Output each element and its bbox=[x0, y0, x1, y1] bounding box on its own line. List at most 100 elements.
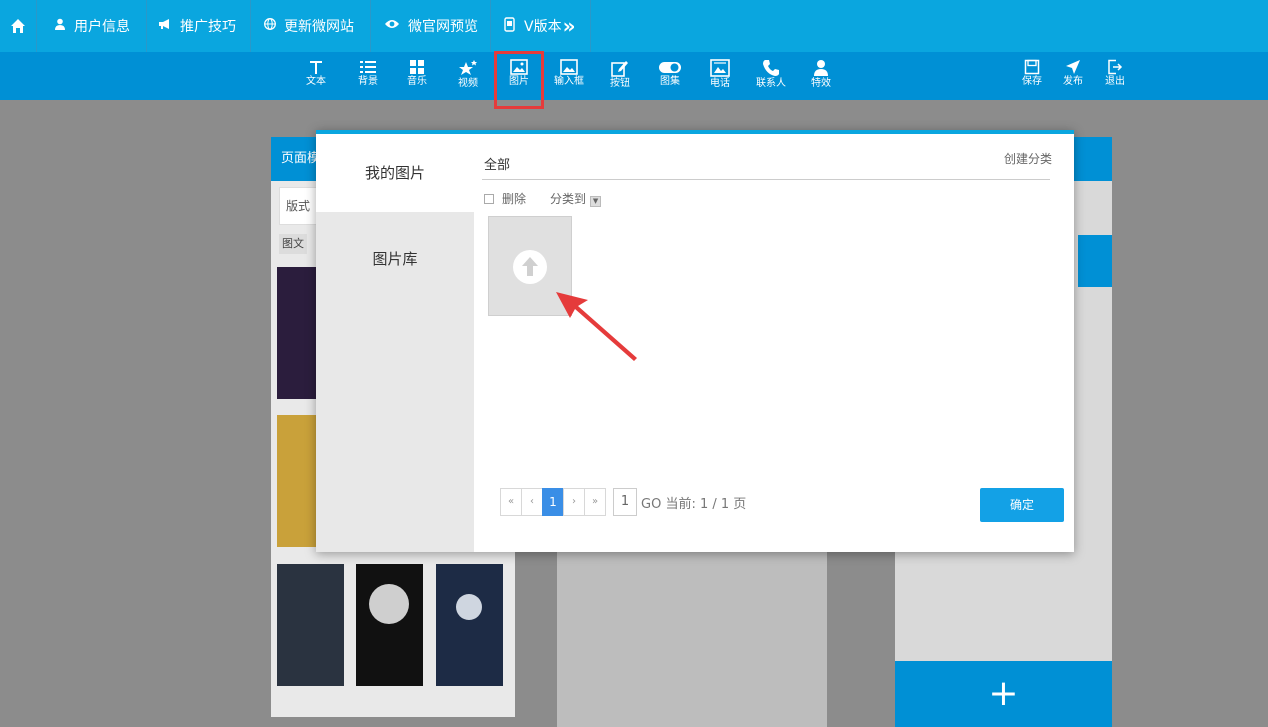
tool-label: 保存 bbox=[1022, 76, 1042, 87]
template-thumbnail[interactable] bbox=[277, 564, 344, 686]
dialog-content: 全部 创建分类 删除 分类到 ▼ « ‹ 1 › » 1 GO 当前: 1 / 1… bbox=[474, 134, 1074, 552]
nav-v-version[interactable]: V版本 » bbox=[504, 0, 576, 52]
nav-promotion-tips[interactable]: 推广技巧 bbox=[158, 0, 236, 52]
last-page-button[interactable]: » bbox=[584, 488, 606, 516]
input-icon bbox=[560, 59, 578, 75]
text-icon bbox=[310, 61, 322, 74]
upload-arrow-icon bbox=[513, 250, 547, 284]
tool-video[interactable]: 视频 bbox=[448, 52, 488, 100]
tool-label: 背景 bbox=[358, 76, 378, 87]
nav-user-info[interactable]: 用户信息 bbox=[54, 0, 130, 52]
nav-label: 更新微网站 bbox=[284, 19, 354, 35]
tool-label: 图集 bbox=[660, 76, 680, 87]
confirm-button[interactable]: 确定 bbox=[980, 488, 1064, 522]
template-thumbnail[interactable] bbox=[277, 415, 319, 547]
template-thumbnail[interactable] bbox=[277, 267, 319, 399]
user-icon bbox=[54, 18, 66, 34]
add-page-button[interactable]: + bbox=[895, 661, 1112, 727]
tool-label: 联系人 bbox=[756, 78, 786, 89]
move-to-category-select[interactable]: 分类到 ▼ bbox=[550, 190, 602, 207]
move-to-label: 分类到 bbox=[550, 192, 587, 206]
nav-label: V版本 bbox=[524, 19, 562, 35]
tool-text[interactable]: 文本 bbox=[296, 52, 336, 100]
first-page-button[interactable]: « bbox=[500, 488, 522, 516]
double-chevron-icon: » bbox=[562, 14, 576, 38]
nav-label: 推广技巧 bbox=[180, 19, 236, 35]
category-all[interactable]: 全部 bbox=[484, 154, 510, 173]
tool-label: 视频 bbox=[458, 78, 478, 89]
tool-label: 音乐 bbox=[407, 76, 427, 87]
exit-button[interactable]: 退出 bbox=[1095, 52, 1135, 100]
tool-label: 文本 bbox=[306, 76, 326, 87]
save-button[interactable]: 保存 bbox=[1012, 52, 1052, 100]
template-thumbnail[interactable] bbox=[436, 564, 503, 686]
create-category-link[interactable]: 创建分类 bbox=[1004, 150, 1052, 167]
nav-label: 用户信息 bbox=[74, 19, 130, 35]
page-canvas bbox=[557, 540, 827, 727]
select-all-checkbox[interactable] bbox=[484, 193, 494, 204]
grid-icon bbox=[410, 60, 424, 74]
globe-icon bbox=[264, 18, 276, 34]
tool-input-box[interactable]: 输入框 bbox=[549, 52, 589, 100]
my-images-tab[interactable]: 我的图片 bbox=[316, 134, 474, 212]
nav-divider bbox=[490, 0, 491, 52]
nav-update-site[interactable]: 更新微网站 bbox=[264, 0, 354, 52]
phone-handset-icon bbox=[763, 60, 779, 76]
tool-phone[interactable]: 电话 bbox=[700, 52, 740, 100]
tool-effects[interactable]: 特效 bbox=[801, 52, 841, 100]
delete-label[interactable]: 删除 bbox=[502, 190, 526, 207]
save-icon bbox=[1024, 59, 1040, 75]
page-status[interactable]: GO 当前: 1 / 1 页 bbox=[641, 493, 746, 512]
eye-icon bbox=[384, 18, 400, 34]
gallery-icon bbox=[710, 59, 730, 77]
home-icon[interactable] bbox=[0, 0, 36, 52]
template-thumbnail[interactable] bbox=[356, 564, 423, 686]
tool-background[interactable]: 背景 bbox=[348, 52, 388, 100]
exit-icon bbox=[1108, 59, 1123, 75]
image-library-tab[interactable]: 图片库 bbox=[316, 220, 474, 298]
page-1-button[interactable]: 1 bbox=[542, 488, 564, 516]
nav-divider bbox=[36, 0, 37, 52]
nav-divider bbox=[590, 0, 591, 52]
star-icon bbox=[459, 60, 477, 75]
dropdown-arrow-icon: ▼ bbox=[590, 196, 602, 207]
category-divider bbox=[482, 179, 1050, 180]
person-icon bbox=[814, 60, 828, 76]
tool-label: 按钮 bbox=[610, 78, 630, 89]
nav-divider bbox=[250, 0, 251, 52]
nav-divider bbox=[146, 0, 147, 52]
publish-button[interactable]: 发布 bbox=[1053, 52, 1093, 100]
image-tool-highlight bbox=[494, 51, 544, 109]
tool-label: 电话 bbox=[710, 78, 730, 89]
megaphone-icon bbox=[158, 18, 172, 34]
layout-tab[interactable]: 版式 bbox=[279, 187, 317, 225]
tool-button[interactable]: 按钮 bbox=[600, 52, 640, 100]
tool-music[interactable]: 音乐 bbox=[397, 52, 437, 100]
tool-label: 发布 bbox=[1063, 76, 1083, 87]
edit-icon bbox=[611, 61, 628, 77]
properties-block bbox=[1078, 235, 1112, 287]
editor-toolbar: 文本 背景 音乐 视频 图片 输入框 按钮 图集 电话 联系人 特效 保存 发布… bbox=[0, 52, 1268, 100]
phone-icon bbox=[504, 16, 516, 36]
pagination: « ‹ 1 › » 1 GO 当前: 1 / 1 页 bbox=[500, 488, 746, 516]
tool-label: 特效 bbox=[811, 78, 831, 89]
top-nav: 用户信息 推广技巧 更新微网站 微官网预览 V版本 » bbox=[0, 0, 1268, 52]
toggle-icon bbox=[659, 62, 681, 73]
tool-contacts[interactable]: 联系人 bbox=[751, 52, 791, 100]
image-picker-dialog: 我的图片 图片库 全部 创建分类 删除 分类到 ▼ « ‹ 1 › » 1 GO … bbox=[316, 130, 1074, 552]
page-number-input[interactable]: 1 bbox=[613, 488, 637, 516]
image-text-chip[interactable]: 图文 bbox=[279, 234, 307, 254]
image-actions-row: 删除 分类到 ▼ bbox=[484, 190, 602, 207]
nav-site-preview[interactable]: 微官网预览 bbox=[384, 0, 478, 52]
tool-gallery[interactable]: 图集 bbox=[650, 52, 690, 100]
next-page-button[interactable]: › bbox=[563, 488, 585, 516]
tool-label: 退出 bbox=[1105, 76, 1125, 87]
tool-label: 输入框 bbox=[554, 76, 584, 87]
dialog-sidebar: 我的图片 图片库 bbox=[316, 134, 474, 552]
nav-label: 微官网预览 bbox=[408, 19, 478, 35]
send-icon bbox=[1066, 60, 1080, 74]
list-icon bbox=[360, 61, 376, 73]
nav-divider bbox=[370, 0, 371, 52]
prev-page-button[interactable]: ‹ bbox=[521, 488, 543, 516]
upload-image-button[interactable] bbox=[488, 216, 572, 316]
